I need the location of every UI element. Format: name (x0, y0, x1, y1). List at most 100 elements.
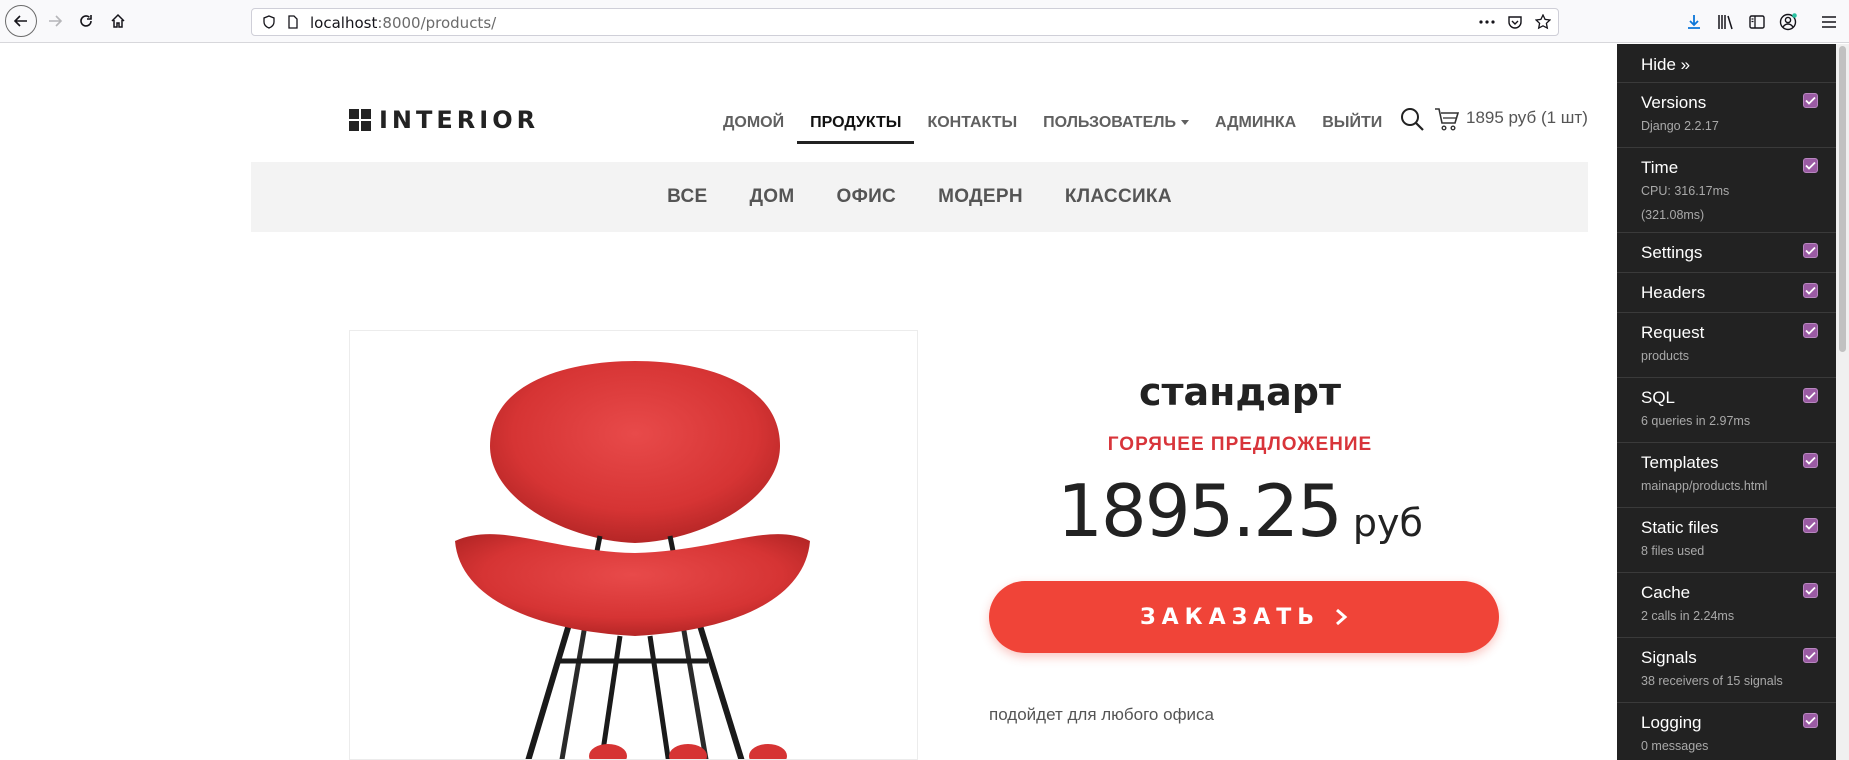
debug-panel-subtitle: mainapp/products.html (1641, 479, 1768, 493)
url-text[interactable]: localhost:8000/products/ (310, 14, 496, 32)
nav-user-dropdown[interactable]: ПОЛЬЗОВАТЕЛЬ (1030, 113, 1202, 144)
product-title: стандарт (1138, 370, 1341, 414)
cart-summary[interactable]: 1895 руб (1 шт) (1466, 108, 1588, 128)
reload-button[interactable] (71, 6, 101, 36)
category-office[interactable]: ОФИС (837, 186, 897, 208)
more-actions-icon[interactable] (1478, 13, 1496, 31)
category-home[interactable]: ДОМ (749, 186, 794, 208)
debug-panel-templates[interactable]: Templates mainapp/products.html (1617, 443, 1836, 508)
pocket-icon[interactable] (1506, 13, 1524, 31)
arrow-right-icon (49, 15, 63, 27)
back-button[interactable] (5, 5, 37, 37)
category-bar: ВСЕ ДОМ ОФИС МОДЕРН КЛАССИКА (251, 162, 1588, 232)
panel-toggle-checkbox[interactable] (1803, 648, 1818, 663)
cart-icon[interactable] (1434, 106, 1460, 132)
main-nav: ДОМОЙ ПРОДУКТЫ КОНТАКТЫ ПОЛЬЗОВАТЕЛЬ АДМ… (710, 113, 1395, 144)
checkmark-icon (1805, 651, 1816, 660)
forward-button[interactable] (40, 6, 70, 36)
category-classic[interactable]: КЛАССИКА (1065, 186, 1172, 208)
url-host: localhost (310, 14, 378, 32)
panel-toggle-checkbox[interactable] (1803, 453, 1818, 468)
arrow-left-icon (13, 15, 27, 27)
debug-panel-subtitle: CPU: 316.17ms (1641, 184, 1730, 198)
panel-toggle-checkbox[interactable] (1803, 323, 1818, 338)
debug-panel-subtitle: 38 receivers of 15 signals (1641, 674, 1783, 688)
checkmark-icon (1805, 456, 1816, 465)
nav-home[interactable]: ДОМОЙ (710, 113, 797, 144)
price-currency: руб (1352, 501, 1423, 545)
home-button[interactable] (103, 6, 133, 36)
debug-panel-versions[interactable]: Versions Django 2.2.17 (1617, 83, 1836, 148)
reload-icon (80, 15, 92, 27)
bookmark-star-icon[interactable] (1534, 13, 1552, 31)
account-icon (1779, 13, 1797, 31)
library-icon (1718, 15, 1733, 30)
nav-admin[interactable]: АДМИНКА (1202, 113, 1309, 144)
checkmark-icon (1805, 521, 1816, 530)
price-value: 1895.25 (1057, 469, 1343, 553)
panel-toggle-checkbox[interactable] (1803, 93, 1818, 108)
debug-toolbar: Hide » Versions Django 2.2.17 Time CPU: 316… (1617, 44, 1836, 760)
shield-icon[interactable] (260, 13, 278, 31)
panel-toggle-checkbox[interactable] (1803, 713, 1818, 728)
red-chair-image (455, 361, 810, 759)
panel-toggle-checkbox[interactable] (1803, 243, 1818, 258)
browser-toolbar: localhost:8000/products/ (0, 0, 1849, 43)
panel-toggle-checkbox[interactable] (1803, 388, 1818, 403)
debug-panel-subtitle-2: (321.08ms) (1641, 208, 1705, 222)
debug-panel-logging[interactable]: Logging 0 messages (1617, 703, 1836, 760)
debug-panel-cache[interactable]: Cache 2 calls in 2.24ms (1617, 573, 1836, 638)
hamburger-menu-icon (1822, 16, 1836, 28)
panel-toggle-checkbox[interactable] (1803, 158, 1818, 173)
product-price: 1895.25 руб (990, 469, 1490, 553)
site-content: INTERIOR ДОМОЙ ПРОДУКТЫ КОНТАКТЫ ПОЛЬЗОВ… (0, 44, 1616, 760)
debug-toolbar-hide-button[interactable]: Hide » (1617, 44, 1836, 83)
site-logo[interactable]: INTERIOR (349, 106, 539, 134)
debug-panel-request[interactable]: Request products (1617, 313, 1836, 378)
checkmark-icon (1805, 161, 1816, 170)
debug-panel-headers[interactable]: Headers (1617, 273, 1836, 313)
page-icon[interactable] (284, 13, 302, 31)
chevron-right-icon (1336, 608, 1348, 626)
category-all[interactable]: ВСЕ (667, 186, 707, 208)
checkmark-icon (1805, 96, 1816, 105)
checkmark-icon (1805, 586, 1816, 595)
category-modern[interactable]: МОДЕРН (938, 186, 1023, 208)
logo-text: INTERIOR (379, 106, 540, 134)
account-button[interactable] (1777, 11, 1799, 33)
order-button[interactable]: ЗАКАЗАТЬ (989, 581, 1499, 653)
product-description: подойдет для любого офиса (989, 705, 1215, 724)
library-button[interactable] (1715, 11, 1737, 33)
product-image[interactable] (349, 330, 918, 760)
checkmark-icon (1805, 391, 1816, 400)
panel-toggle-checkbox[interactable] (1803, 583, 1818, 598)
menu-button[interactable] (1818, 11, 1840, 33)
address-bar[interactable]: localhost:8000/products/ (251, 8, 1559, 36)
sidebar-button[interactable] (1746, 11, 1768, 33)
url-path: :8000/products/ (377, 14, 497, 32)
debug-panel-subtitle: 8 files used (1641, 544, 1705, 558)
nav-logout[interactable]: ВЫЙТИ (1309, 113, 1395, 144)
nav-contacts[interactable]: КОНТАКТЫ (914, 113, 1030, 144)
debug-panel-subtitle: Django 2.2.17 (1641, 119, 1719, 133)
home-icon (111, 13, 125, 28)
checkmark-icon (1805, 286, 1816, 295)
debug-panel-static-files[interactable]: Static files 8 files used (1617, 508, 1836, 573)
debug-panel-subtitle: 6 queries in 2.97ms (1641, 414, 1751, 428)
downloads-button[interactable] (1683, 11, 1705, 33)
debug-panel-time[interactable]: Time CPU: 316.17ms (321.08ms) (1617, 148, 1836, 233)
sidebar-icon (1749, 15, 1765, 29)
nav-products[interactable]: ПРОДУКТЫ (797, 113, 915, 144)
debug-panel-subtitle: 0 messages (1641, 739, 1709, 753)
search-icon[interactable] (1399, 106, 1425, 132)
debug-panel-signals[interactable]: Signals 38 receivers of 15 signals (1617, 638, 1836, 703)
download-icon (1688, 15, 1700, 29)
logo-grid-icon (349, 109, 371, 131)
panel-toggle-checkbox[interactable] (1803, 518, 1818, 533)
debug-panel-sql[interactable]: SQL 6 queries in 2.97ms (1617, 378, 1836, 443)
panel-toggle-checkbox[interactable] (1803, 283, 1818, 298)
page-scrollbar[interactable] (1836, 44, 1849, 760)
scrollbar-thumb[interactable] (1839, 46, 1846, 352)
debug-panel-subtitle: 2 calls in 2.24ms (1641, 609, 1735, 623)
debug-panel-settings[interactable]: Settings (1617, 233, 1836, 273)
